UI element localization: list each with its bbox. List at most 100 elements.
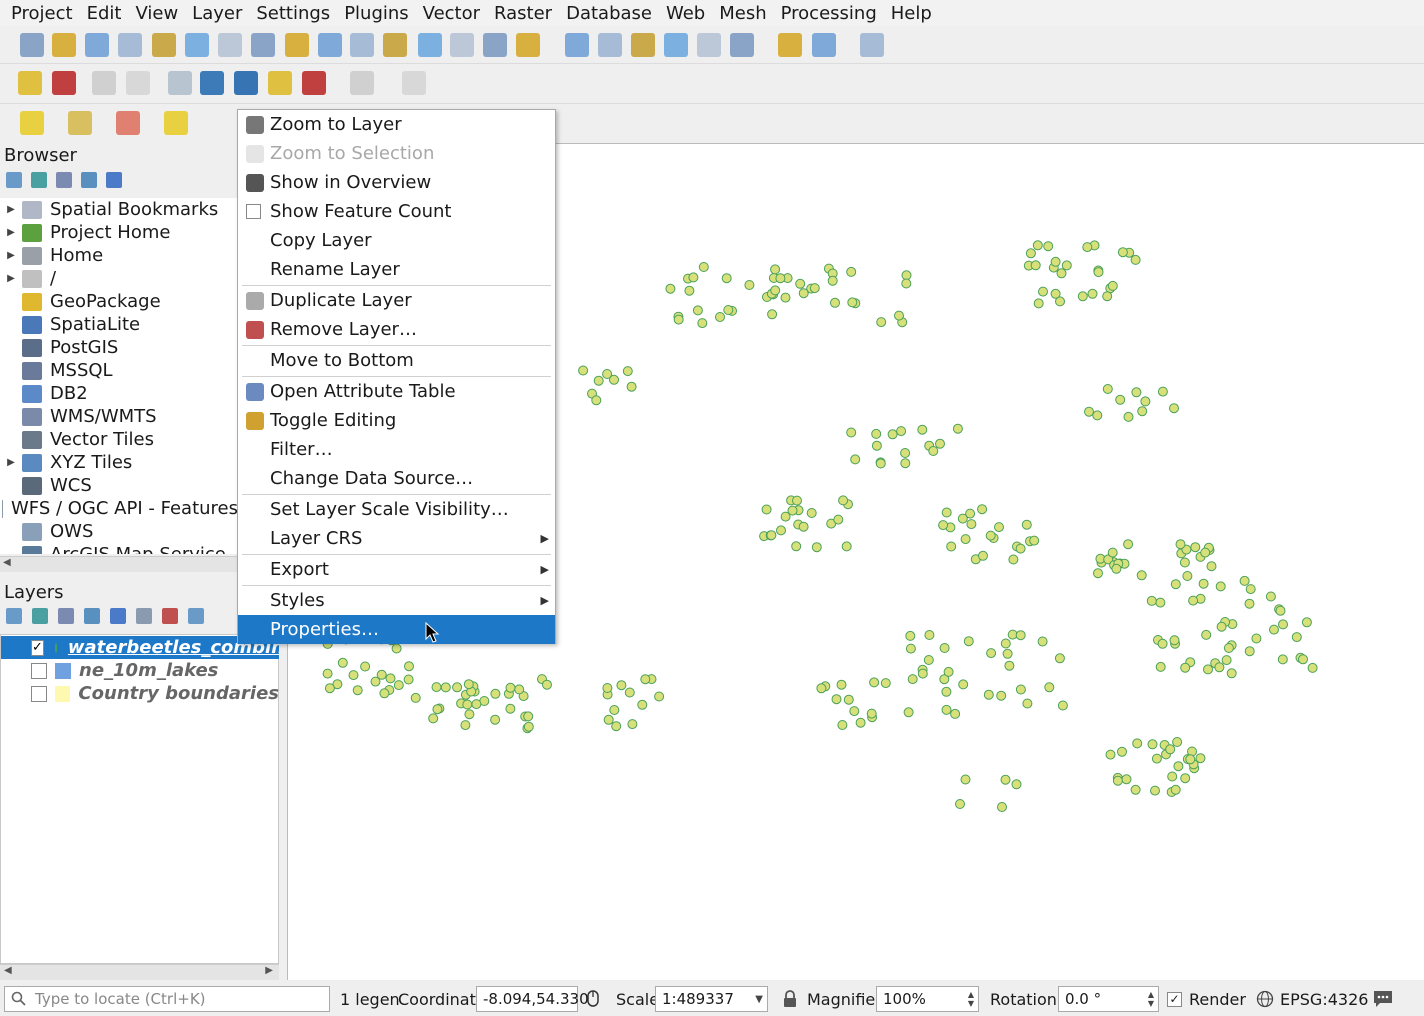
move-label-icon[interactable]: [168, 71, 192, 95]
temporal-icon[interactable]: [483, 33, 507, 57]
manage-visibility-icon[interactable]: [58, 608, 74, 624]
expand-arrow-icon[interactable]: ▶: [0, 227, 22, 238]
menu-item-layer-crs[interactable]: Layer CRS ▶: [238, 524, 555, 553]
browser-item-ows[interactable]: OWS: [0, 520, 238, 543]
browser-item-wcs[interactable]: WCS: [0, 474, 238, 497]
menu-item-toggle-editing[interactable]: Toggle Editing: [238, 406, 555, 435]
highlight-label-icon[interactable]: [126, 71, 150, 95]
zoom-native-icon[interactable]: [251, 33, 275, 57]
menu-layer[interactable]: Layer: [185, 3, 249, 24]
layer-visibility-checkbox[interactable]: [31, 662, 47, 679]
lock-icon[interactable]: [782, 990, 798, 1008]
label-scale-icon[interactable]: [302, 71, 326, 95]
expand-arrow-icon[interactable]: ▶: [0, 457, 22, 468]
select-by-value-icon[interactable]: [68, 111, 92, 135]
browser-item-spatialite[interactable]: SpatiaLite: [0, 313, 238, 336]
menu-item-show-in-overview[interactable]: Show in Overview: [238, 168, 555, 197]
filter-expression-icon[interactable]: [110, 608, 126, 624]
browser-scrollbar[interactable]: ◀: [0, 556, 238, 572]
label-visibility-icon[interactable]: [268, 71, 292, 95]
browser-item-spatial-bookmarks[interactable]: ▶ Spatial Bookmarks: [0, 198, 238, 221]
menu-view[interactable]: View: [128, 3, 185, 24]
style-icon[interactable]: [6, 608, 22, 624]
magnifier-spinbox[interactable]: 100% ▲ ▼: [876, 986, 979, 1012]
new-3d-view-icon[interactable]: [383, 33, 407, 57]
menu-processing[interactable]: Processing: [774, 3, 884, 24]
change-label-icon[interactable]: [234, 71, 258, 95]
filter-legend-icon[interactable]: [84, 608, 100, 624]
scroll-left-icon[interactable]: ◀: [3, 557, 11, 568]
pin-label-icon[interactable]: [92, 71, 116, 95]
browser-item-db2[interactable]: DB2: [0, 382, 238, 405]
deselect-icon[interactable]: [116, 111, 140, 135]
zoom-layer-icon[interactable]: [218, 33, 242, 57]
layer-visibility-checkbox[interactable]: ✓: [31, 639, 44, 656]
menu-item-set-layer-scale-visibility[interactable]: Set Layer Scale Visibility…: [238, 495, 555, 524]
tooltip-icon[interactable]: [778, 33, 802, 57]
menu-web[interactable]: Web: [659, 3, 712, 24]
refresh-icon[interactable]: [516, 33, 540, 57]
coordinate-field[interactable]: -8.094,54.330: [476, 986, 589, 1012]
plugin-globe-icon[interactable]: [350, 71, 374, 95]
render-checkbox[interactable]: ✓: [1167, 991, 1182, 1007]
zoom-last-icon[interactable]: [285, 33, 309, 57]
menu-settings[interactable]: Settings: [249, 3, 337, 24]
pan-to-selection-icon[interactable]: [52, 33, 76, 57]
identify-icon[interactable]: [565, 33, 589, 57]
menu-item-export[interactable]: Export ▶: [238, 555, 555, 584]
zoom-out-icon[interactable]: [118, 33, 142, 57]
browser-tree[interactable]: ▶ Spatial Bookmarks ▶ Project Home ▶ Home ▶ / Ge…: [0, 198, 238, 554]
select-location-icon[interactable]: [164, 111, 188, 135]
mouse-toggle-icon[interactable]: [584, 989, 604, 1009]
menu-help[interactable]: Help: [884, 3, 939, 24]
python-icon[interactable]: [402, 71, 426, 95]
new-map-view-icon[interactable]: [350, 33, 374, 57]
layer-row[interactable]: ne_10m_lakes: [1, 659, 279, 682]
menu-item-move-to-bottom[interactable]: Move to Bottom: [238, 346, 555, 375]
menu-item-show-feature-count[interactable]: Show Feature Count: [238, 197, 555, 226]
text-annotation-icon[interactable]: [860, 33, 884, 57]
select-feature-icon[interactable]: [812, 33, 836, 57]
browser-item-vector-tiles[interactable]: Vector Tiles: [0, 428, 238, 451]
browser-item-project-home[interactable]: ▶ Project Home: [0, 221, 238, 244]
layer-diagram-icon[interactable]: [52, 71, 76, 95]
zoom-next-icon[interactable]: [318, 33, 342, 57]
select-rectangle-icon[interactable]: [20, 111, 44, 135]
info-icon[interactable]: [106, 172, 122, 188]
statistics-icon[interactable]: [631, 33, 655, 57]
add-group-icon[interactable]: [32, 608, 48, 624]
menu-item-remove-layer[interactable]: Remove Layer…: [238, 315, 555, 344]
browser-item-xyz-tiles[interactable]: ▶ XYZ Tiles: [0, 451, 238, 474]
menu-item-zoom-to-layer[interactable]: Zoom to Layer: [238, 110, 555, 139]
browser-item-geopackage[interactable]: GeoPackage: [0, 290, 238, 313]
rotation-spinbox[interactable]: 0.0 ° ▲ ▼: [1058, 986, 1159, 1012]
scroll-right-icon[interactable]: ▶: [265, 965, 273, 976]
layer-visibility-checkbox[interactable]: [31, 685, 47, 702]
expand-all-icon[interactable]: [136, 608, 152, 624]
collapse-all-icon[interactable]: [162, 608, 178, 624]
menu-item-properties[interactable]: Properties…: [238, 615, 555, 644]
expand-arrow-icon[interactable]: ▶: [0, 250, 22, 261]
layers-scrollbar[interactable]: ◀ ▶: [0, 964, 279, 980]
zoom-in-icon[interactable]: [85, 33, 109, 57]
attribute-table-icon[interactable]: [598, 33, 622, 57]
add-selected-icon[interactable]: [6, 172, 22, 188]
locator-search-input[interactable]: Type to locate (Ctrl+K): [4, 986, 330, 1012]
menu-plugins[interactable]: Plugins: [337, 3, 415, 24]
remove-layer-icon[interactable]: [188, 608, 204, 624]
menu-item-change-data-source[interactable]: Change Data Source…: [238, 464, 555, 493]
collapse-all-icon[interactable]: [81, 172, 97, 188]
layers-list[interactable]: ✓waterbeetles_combin...ne_10m_lakesCount…: [0, 634, 279, 964]
scale-combobox[interactable]: 1:489337 ▼: [655, 986, 768, 1012]
browser-item-postgis[interactable]: PostGIS: [0, 336, 238, 359]
refresh-icon[interactable]: [31, 172, 47, 188]
browser-item-wms-wmts[interactable]: WMS/WMTS: [0, 405, 238, 428]
menu-item-rename-layer[interactable]: Rename Layer: [238, 255, 555, 284]
label-icon[interactable]: [18, 71, 42, 95]
measure-icon[interactable]: [730, 33, 754, 57]
new-bookmark-icon[interactable]: [418, 33, 442, 57]
layer-row[interactable]: Country boundaries: [1, 682, 279, 705]
rotate-label-icon[interactable]: [200, 71, 224, 95]
expand-arrow-icon[interactable]: ▶: [0, 204, 22, 215]
browser-item-home[interactable]: ▶ Home: [0, 244, 238, 267]
